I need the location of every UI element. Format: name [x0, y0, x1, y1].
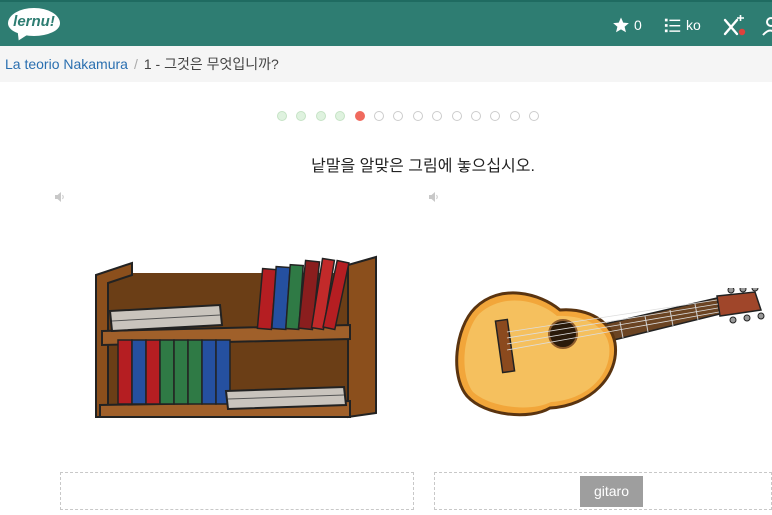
stars-counter[interactable]: 0 [612, 14, 642, 36]
progress-dot [490, 111, 501, 121]
progress-dot [412, 111, 423, 121]
guitar-picture [455, 288, 765, 417]
star-icon [613, 17, 629, 33]
exercise-tools-button[interactable] [722, 15, 748, 37]
breadcrumb: La teorio Nakamura / 1 - 그것은 무엇입니까? [0, 46, 772, 82]
drop-zone-bookshelf[interactable] [60, 472, 414, 510]
progress-dot [470, 111, 481, 121]
progress-dot [509, 111, 520, 121]
user-icon [762, 17, 772, 36]
progress-dot [529, 111, 540, 121]
speaker-icon[interactable] [54, 191, 66, 203]
breadcrumb-course-link[interactable]: La teorio Nakamura [5, 56, 128, 72]
progress-dot [335, 111, 346, 121]
progress-dot [315, 111, 326, 121]
stars-count: 0 [634, 17, 642, 33]
list-icon [664, 18, 681, 33]
progress-dot [451, 111, 462, 121]
language-code: ko [686, 17, 701, 33]
progress-dot-current [354, 111, 365, 121]
word-chip[interactable]: gitaro [580, 476, 643, 507]
exercise-instruction: 낱말을 알맞은 그림에 놓으십시오. [311, 158, 535, 175]
close-x-icon [723, 15, 746, 36]
language-selector[interactable]: ko [664, 14, 701, 36]
speaker-icon[interactable] [428, 191, 440, 203]
progress-dot [373, 111, 384, 121]
user-menu-button[interactable] [762, 15, 772, 37]
progress-dot [393, 111, 404, 121]
progress-dot [277, 111, 287, 121]
breadcrumb-separator: / [133, 56, 138, 72]
top-bar: lernu! 0 ko [0, 0, 772, 46]
bookshelf-picture [95, 255, 377, 419]
lernu-logo[interactable]: lernu! [8, 8, 60, 36]
progress-dot [432, 111, 443, 121]
breadcrumb-current-lesson: 1 - 그것은 무엇입니까? [143, 56, 279, 72]
progress-dot [296, 111, 307, 121]
progress-dots [277, 111, 540, 121]
